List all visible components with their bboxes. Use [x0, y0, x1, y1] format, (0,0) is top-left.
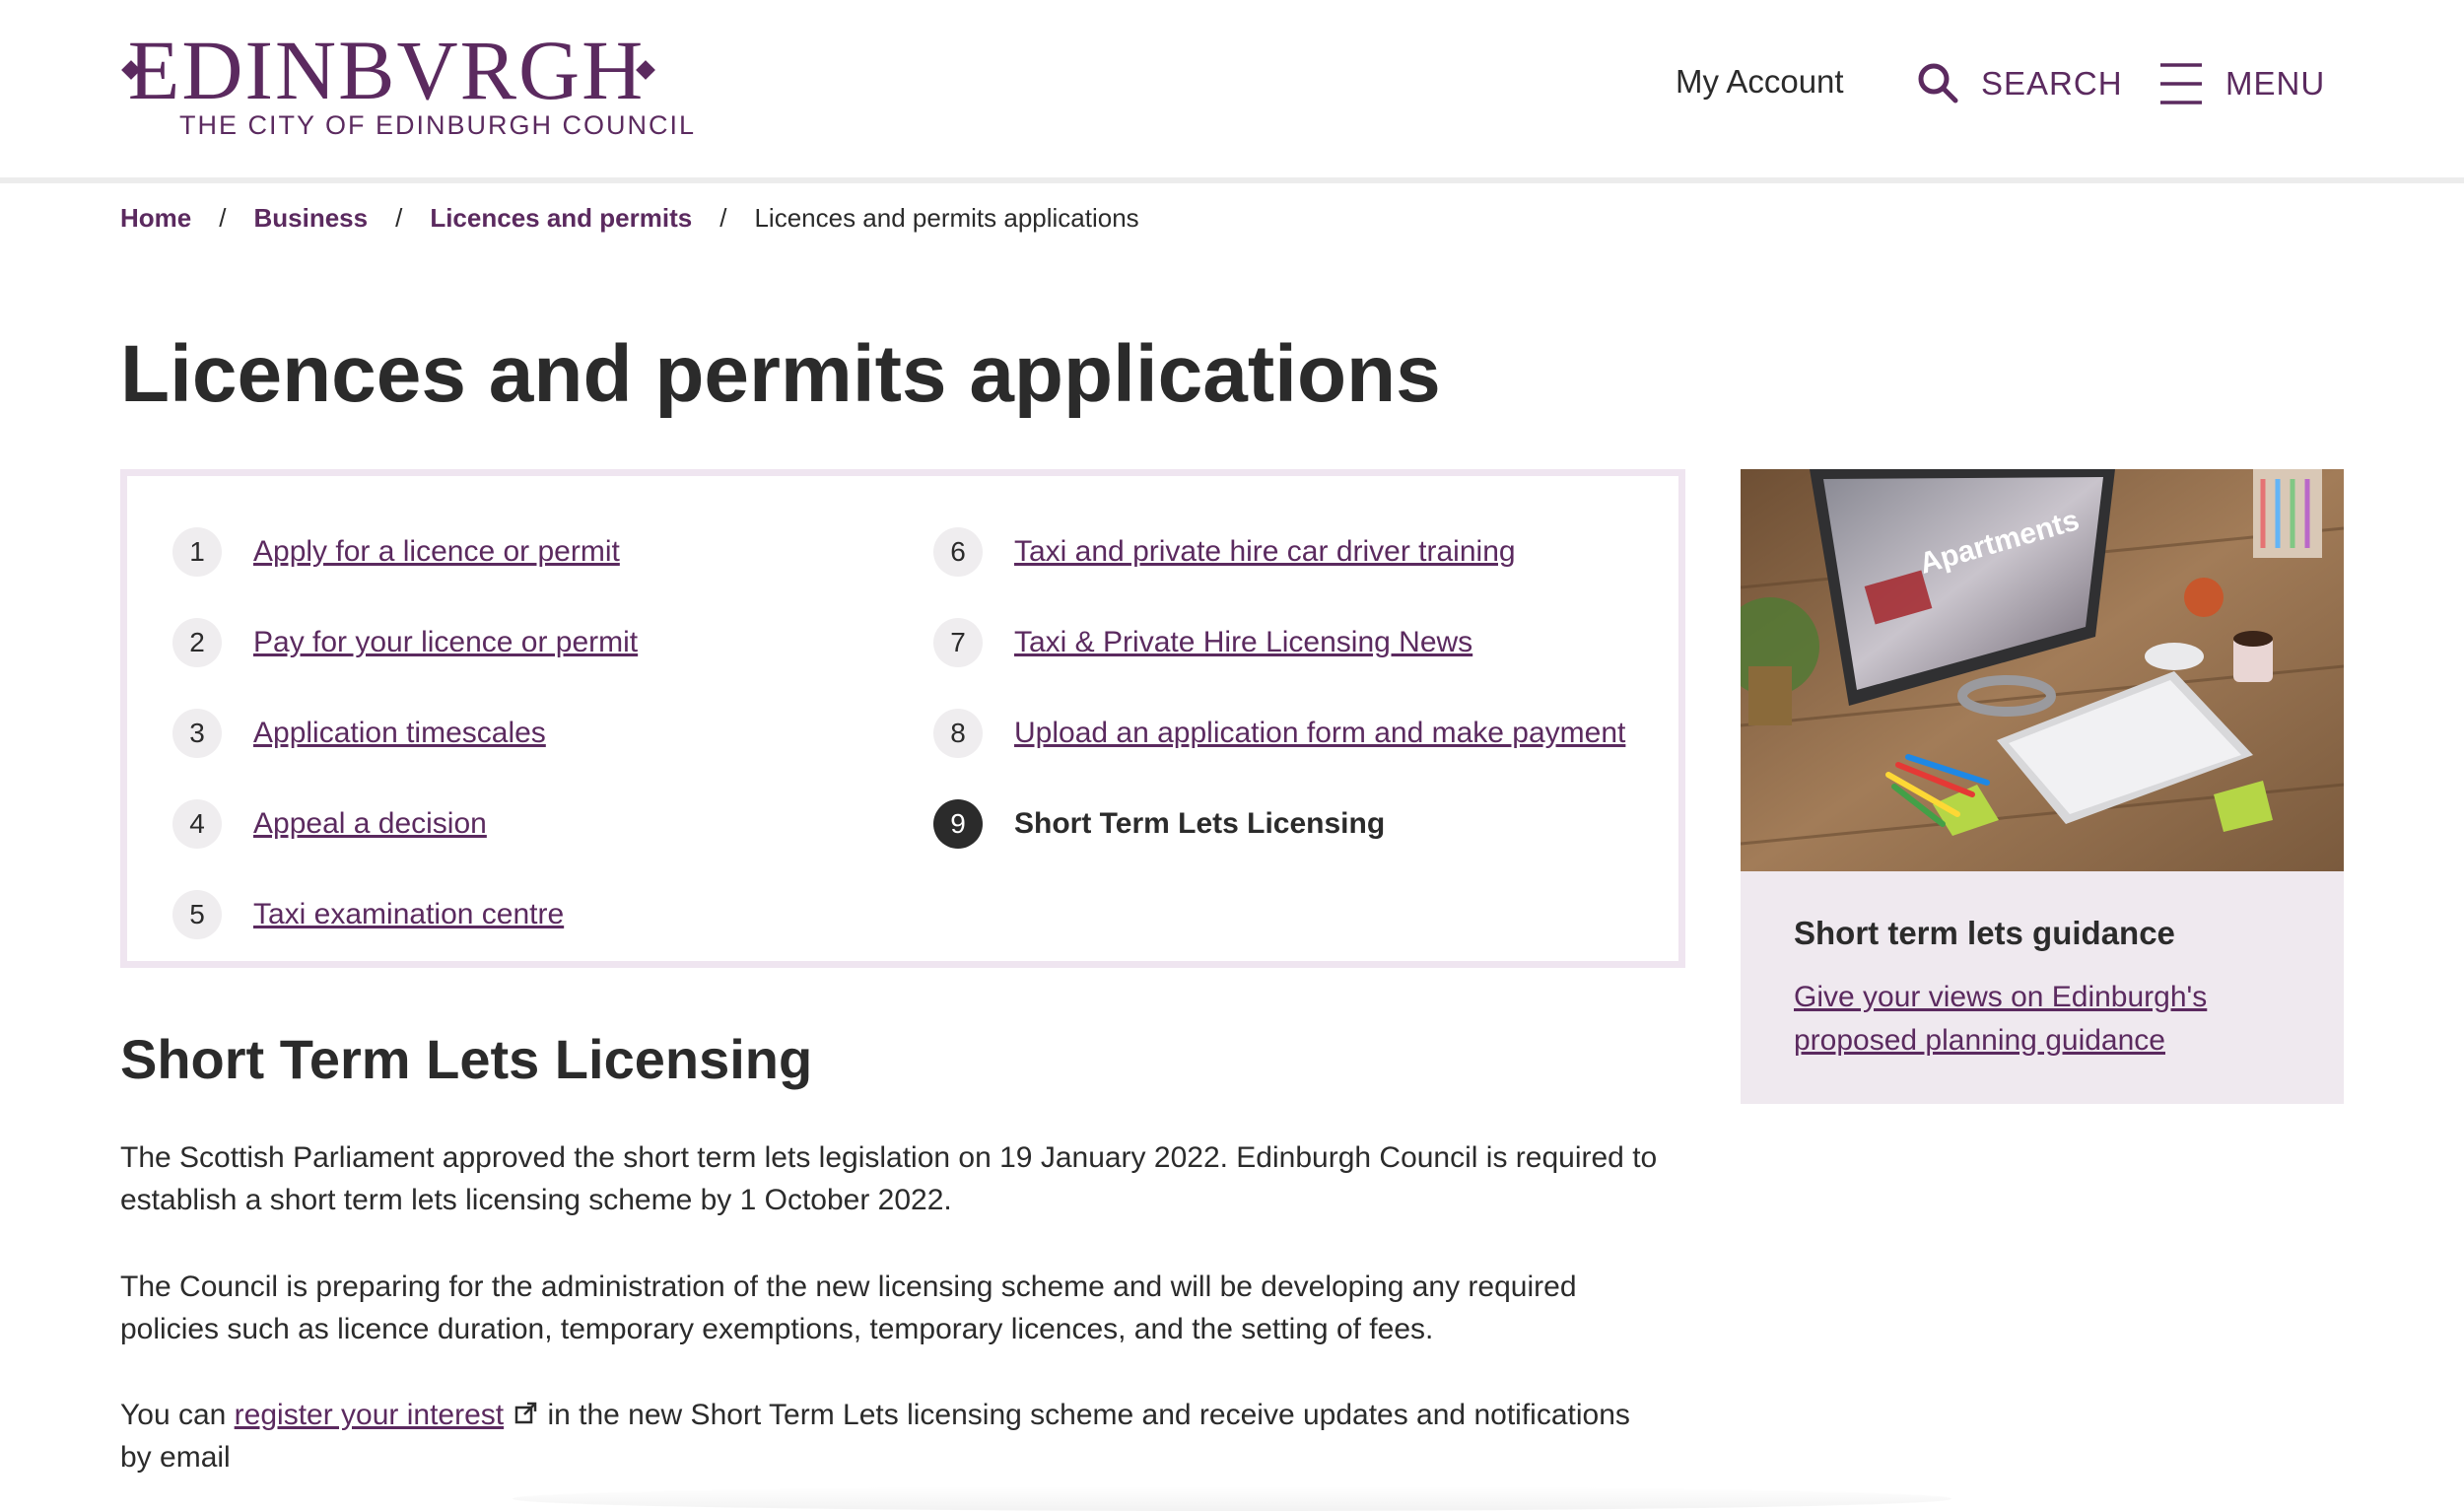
- hamburger-icon: [2160, 63, 2202, 104]
- register-interest-link[interactable]: register your interest: [235, 1399, 504, 1431]
- step-number-current: 9: [933, 799, 983, 849]
- search-label: SEARCH: [1981, 65, 2123, 102]
- nav-item-5: 5 Taxi examination centre: [172, 890, 564, 939]
- nav-item-9-current: 9 Short Term Lets Licensing: [933, 799, 1385, 849]
- nav-link-driver-training[interactable]: Taxi and private hire car driver trainin…: [1014, 535, 1516, 569]
- nav-link-appeal[interactable]: Appeal a decision: [253, 807, 487, 841]
- breadcrumb: Home / Business / Licences and permits /…: [120, 203, 1139, 234]
- step-number: 7: [933, 618, 983, 667]
- external-link-icon: [514, 1402, 537, 1424]
- register-text-before: You can: [120, 1399, 235, 1431]
- paragraph-preparation: The Council is preparing for the adminis…: [120, 1271, 1577, 1345]
- nav-link-upload-form[interactable]: Upload an application form and make paym…: [1014, 717, 1625, 750]
- nav-link-apply[interactable]: Apply for a licence or permit: [253, 535, 620, 569]
- nav-item-3: 3 Application timescales: [172, 709, 546, 758]
- nav-link-taxi-exam[interactable]: Taxi examination centre: [253, 898, 564, 931]
- breadcrumb-licences-and-permits[interactable]: Licences and permits: [430, 203, 692, 234]
- menu-label: MENU: [2225, 65, 2326, 102]
- planning-guidance-link[interactable]: Give your views on Edinburgh's proposed …: [1794, 976, 2227, 1063]
- nav-item-6: 6 Taxi and private hire car driver train…: [933, 527, 1516, 577]
- step-number: 6: [933, 527, 983, 577]
- paragraph-register: You can register your interest in the ne…: [120, 1394, 1658, 1478]
- nav-item-1: 1 Apply for a licence or permit: [172, 527, 620, 577]
- breadcrumb-separator: /: [219, 203, 227, 233]
- step-number: 1: [172, 527, 222, 577]
- nav-item-4: 4 Appeal a decision: [172, 799, 487, 849]
- council-logo[interactable]: EDINBVRGH THE CITY OF EDINBURGH COUNCIL: [120, 23, 694, 146]
- step-number: 5: [172, 890, 222, 939]
- step-number: 3: [172, 709, 222, 758]
- logo-wordmark: EDINBVRGH: [127, 23, 646, 117]
- site-header: EDINBVRGH THE CITY OF EDINBURGH COUNCIL …: [0, 0, 2464, 183]
- menu-button[interactable]: MENU: [2158, 61, 2325, 106]
- logo-subtitle: THE CITY OF EDINBURGH COUNCIL: [179, 110, 697, 140]
- step-number: 2: [172, 618, 222, 667]
- breadcrumb-separator: /: [719, 203, 727, 233]
- paragraph-legislation: The Scottish Parliament approved the sho…: [120, 1141, 1658, 1216]
- step-number: 8: [933, 709, 983, 758]
- desk-illustration: Apartments: [1741, 469, 2344, 871]
- page-contents-nav: 1 Apply for a licence or permit 2 Pay fo…: [120, 469, 1685, 968]
- guidance-card-title: Short term lets guidance: [1794, 915, 2175, 951]
- nav-item-2: 2 Pay for your licence or permit: [172, 618, 638, 667]
- page-title: Licences and permits applications: [120, 329, 1441, 419]
- guidance-card: Short term lets guidance Give your views…: [1741, 871, 2344, 1104]
- bottom-shadow: [513, 1486, 1951, 1511]
- nav-item-8: 8 Upload an application form and make pa…: [933, 709, 1625, 758]
- breadcrumb-home[interactable]: Home: [120, 203, 191, 234]
- my-account-link[interactable]: My Account: [1676, 63, 1844, 101]
- apartments-image: Apartments: [1741, 469, 2344, 871]
- step-number: 4: [172, 799, 222, 849]
- section-heading: Short Term Lets Licensing: [120, 1028, 813, 1090]
- nav-link-timescales[interactable]: Application timescales: [253, 717, 546, 750]
- nav-current-page: Short Term Lets Licensing: [1014, 807, 1386, 840]
- nav-link-pay[interactable]: Pay for your licence or permit: [253, 626, 638, 659]
- breadcrumb-current: Licences and permits applications: [754, 203, 1139, 233]
- search-icon: [1918, 63, 1958, 103]
- nav-item-7: 7 Taxi & Private Hire Licensing News: [933, 618, 1472, 667]
- nav-link-licensing-news[interactable]: Taxi & Private Hire Licensing News: [1014, 626, 1472, 659]
- search-button[interactable]: SEARCH: [1916, 61, 2123, 106]
- breadcrumb-business[interactable]: Business: [253, 203, 368, 234]
- breadcrumb-separator: /: [395, 203, 403, 233]
